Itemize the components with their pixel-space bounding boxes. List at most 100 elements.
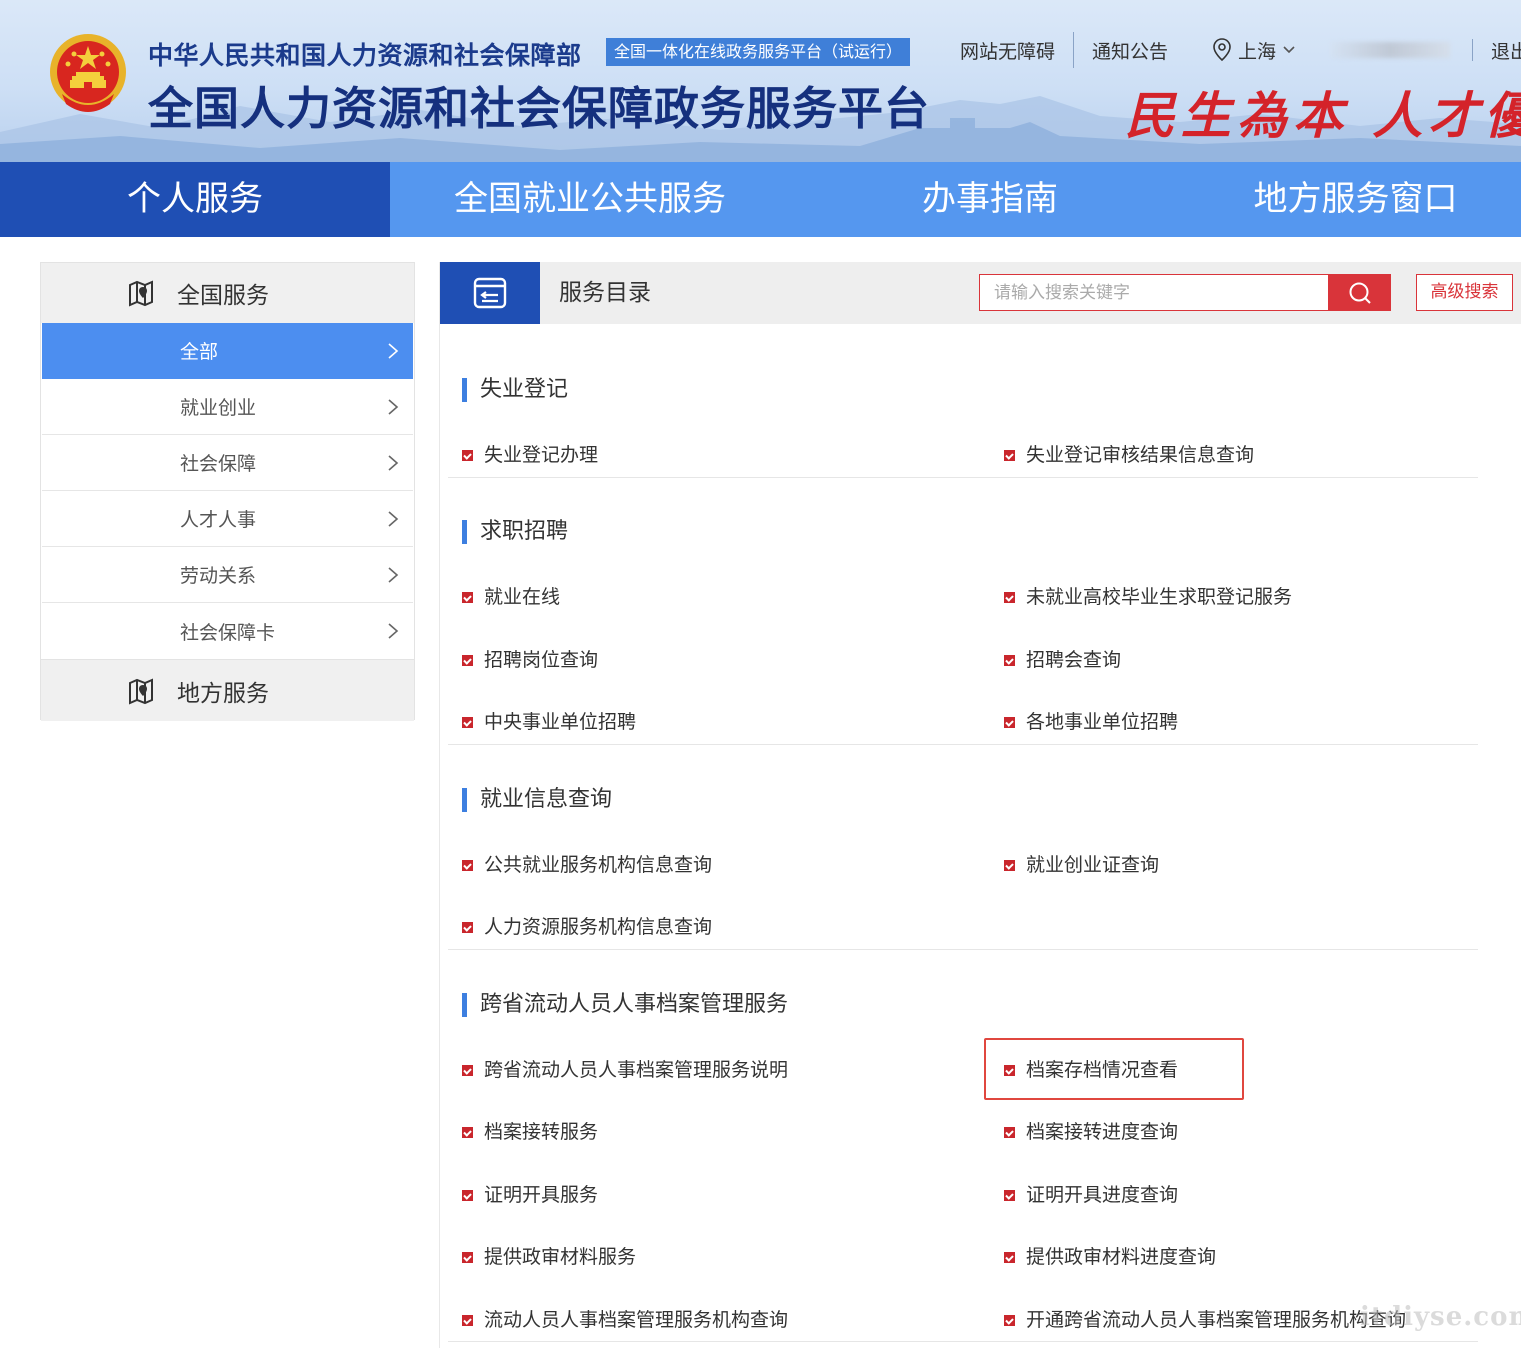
service-link-archive-status[interactable]: 档案存档情况查看 (1004, 1056, 1178, 1084)
nav-local-services[interactable]: 地方服务窗口 (1190, 162, 1521, 237)
sidebar-item-all[interactable]: 全部 (42, 323, 413, 379)
sidebar-item-label: 社会保障卡 (180, 621, 276, 644)
sidebar: 全国服务 全部 就业创业 社会保障 人才人事 劳动关系 社会保障卡 地方服务 (40, 262, 415, 721)
service-link[interactable]: 档案接转进度查询 (1004, 1118, 1178, 1146)
link-arrow-icon (462, 1126, 473, 1138)
sidebar-item-employment[interactable]: 就业创业 (42, 379, 413, 435)
service-label: 档案存档情况查看 (1026, 1059, 1179, 1081)
sidebar-local-header[interactable]: 地方服务 (41, 659, 414, 721)
watermark: itdiyse.com (1360, 1302, 1521, 1332)
advanced-search-button[interactable]: 高级搜索 (1416, 274, 1513, 311)
link-arrow-icon (1004, 591, 1015, 603)
service-link[interactable]: 招聘会查询 (1004, 646, 1121, 674)
link-arrow-icon (462, 1189, 473, 1201)
service-link[interactable]: 人力资源服务机构信息查询 (462, 913, 712, 941)
service-label: 开通跨省流动人员人事档案管理服务机构查询 (1026, 1309, 1407, 1331)
service-link[interactable]: 跨省流动人员人事档案管理服务说明 (462, 1056, 788, 1084)
section-title: 失业登记 (462, 377, 568, 403)
service-link[interactable]: 提供政审材料服务 (462, 1243, 636, 1271)
link-arrow-icon (1004, 1314, 1015, 1326)
service-link[interactable]: 中央事业单位招聘 (462, 708, 636, 736)
nav-guide[interactable]: 办事指南 (790, 162, 1190, 237)
service-label: 证明开具服务 (484, 1184, 599, 1206)
service-link[interactable]: 证明开具进度查询 (1004, 1181, 1178, 1209)
sidebar-local-title: 地方服务 (177, 680, 269, 707)
service-link[interactable]: 就业创业证查询 (1004, 851, 1159, 879)
sidebar-item-social-security-card[interactable]: 社会保障卡 (42, 603, 413, 659)
header-banner: 中华人民共和国人力资源和社会保障部 全国一体化在线政务服务平台（试运行） 全国人… (0, 0, 1521, 162)
map-icon (129, 677, 153, 705)
service-link[interactable]: 提供政审材料进度查询 (1004, 1243, 1216, 1271)
service-link[interactable]: 未就业高校毕业生求职登记服务 (1004, 583, 1292, 611)
search-input[interactable] (979, 274, 1329, 311)
user-name-blurred[interactable] (1330, 42, 1451, 58)
divider (448, 949, 1478, 950)
logout-link[interactable]: 退出 (1473, 37, 1521, 64)
location-selector[interactable]: 上海 (1186, 37, 1314, 64)
service-catalog: 服务目录 高级搜索 失业登记 失业登记办理 失业登记审核结果信息查询 求职招聘 … (439, 262, 1521, 1348)
service-label: 中央事业单位招聘 (484, 711, 637, 733)
chevron-right-icon (388, 398, 399, 415)
national-emblem-icon (50, 34, 126, 112)
trial-badge: 全国一体化在线政务服务平台（试运行） (606, 38, 911, 66)
location-label: 上海 (1238, 40, 1277, 63)
nav-employment-services[interactable]: 全国就业公共服务 (390, 162, 790, 237)
link-arrow-icon (1004, 449, 1015, 461)
service-label: 提供政审材料进度查询 (1026, 1246, 1217, 1268)
section-title: 就业信息查询 (462, 787, 612, 813)
accessibility-link[interactable]: 网站无障碍 (960, 37, 1073, 64)
service-label: 证明开具进度查询 (1026, 1184, 1179, 1206)
service-link[interactable]: 各地事业单位招聘 (1004, 708, 1178, 736)
link-arrow-icon (1004, 654, 1015, 666)
service-label: 各地事业单位招聘 (1026, 711, 1179, 733)
link-arrow-icon (462, 921, 473, 933)
divider (448, 477, 1478, 478)
chevron-right-icon (388, 342, 399, 359)
service-link[interactable]: 失业登记审核结果信息查询 (1004, 441, 1254, 469)
notices-link[interactable]: 通知公告 (1074, 37, 1186, 64)
service-label: 招聘会查询 (1026, 649, 1122, 671)
link-arrow-icon (1004, 859, 1015, 871)
sidebar-item-social-security[interactable]: 社会保障 (42, 435, 413, 491)
divider (448, 1341, 1478, 1342)
catalog-icon (473, 277, 507, 309)
sidebar-national-header[interactable]: 全国服务 (41, 263, 414, 323)
sidebar-item-label: 社会保障 (180, 453, 257, 475)
sidebar-item-label: 全部 (180, 341, 219, 363)
chevron-right-icon (388, 623, 399, 639)
service-link[interactable]: 开通跨省流动人员人事档案管理服务机构查询 (1004, 1306, 1406, 1334)
catalog-header: 服务目录 高级搜索 (440, 262, 1521, 324)
section-title: 求职招聘 (462, 519, 568, 545)
top-links: 网站无障碍 通知公告 上海 退出 (960, 32, 1521, 68)
service-link[interactable]: 流动人员人事档案管理服务机构查询 (462, 1306, 788, 1334)
sidebar-item-labor-relations[interactable]: 劳动关系 (42, 547, 413, 603)
service-link[interactable]: 证明开具服务 (462, 1181, 598, 1209)
service-label: 提供政审材料服务 (484, 1246, 637, 1268)
service-link[interactable]: 就业在线 (462, 583, 560, 611)
sidebar-list: 全部 就业创业 社会保障 人才人事 劳动关系 社会保障卡 (41, 323, 414, 659)
sidebar-national-title: 全国服务 (177, 283, 269, 309)
ministry-name: 中华人民共和国人力资源和社会保障部 (148, 41, 582, 70)
link-arrow-icon (462, 859, 473, 871)
service-link[interactable]: 公共就业服务机构信息查询 (462, 851, 712, 879)
nav-personal-services[interactable]: 个人服务 (0, 162, 390, 237)
link-arrow-icon (462, 449, 473, 461)
sidebar-item-talent[interactable]: 人才人事 (42, 491, 413, 547)
search-button[interactable] (1328, 274, 1391, 311)
service-label: 跨省流动人员人事档案管理服务说明 (484, 1059, 789, 1081)
service-label: 档案接转服务 (484, 1121, 599, 1143)
link-arrow-icon (1004, 1126, 1015, 1138)
service-link[interactable]: 招聘岗位查询 (462, 646, 598, 674)
service-label: 公共就业服务机构信息查询 (484, 854, 713, 876)
link-arrow-icon (1004, 1251, 1015, 1263)
service-link[interactable]: 档案接转服务 (462, 1118, 598, 1146)
link-arrow-icon (1004, 716, 1015, 728)
service-label: 就业创业证查询 (1026, 854, 1160, 876)
service-link[interactable]: 失业登记办理 (462, 441, 598, 469)
location-pin-icon (1213, 38, 1231, 62)
section-title: 跨省流动人员人事档案管理服务 (462, 992, 788, 1018)
slogan: 民生為本 人才優先 (1125, 86, 1521, 145)
main-nav: 个人服务 全国就业公共服务 办事指南 地方服务窗口 (0, 162, 1521, 237)
service-label: 未就业高校毕业生求职登记服务 (1026, 586, 1293, 608)
chevron-down-icon (1283, 46, 1295, 54)
